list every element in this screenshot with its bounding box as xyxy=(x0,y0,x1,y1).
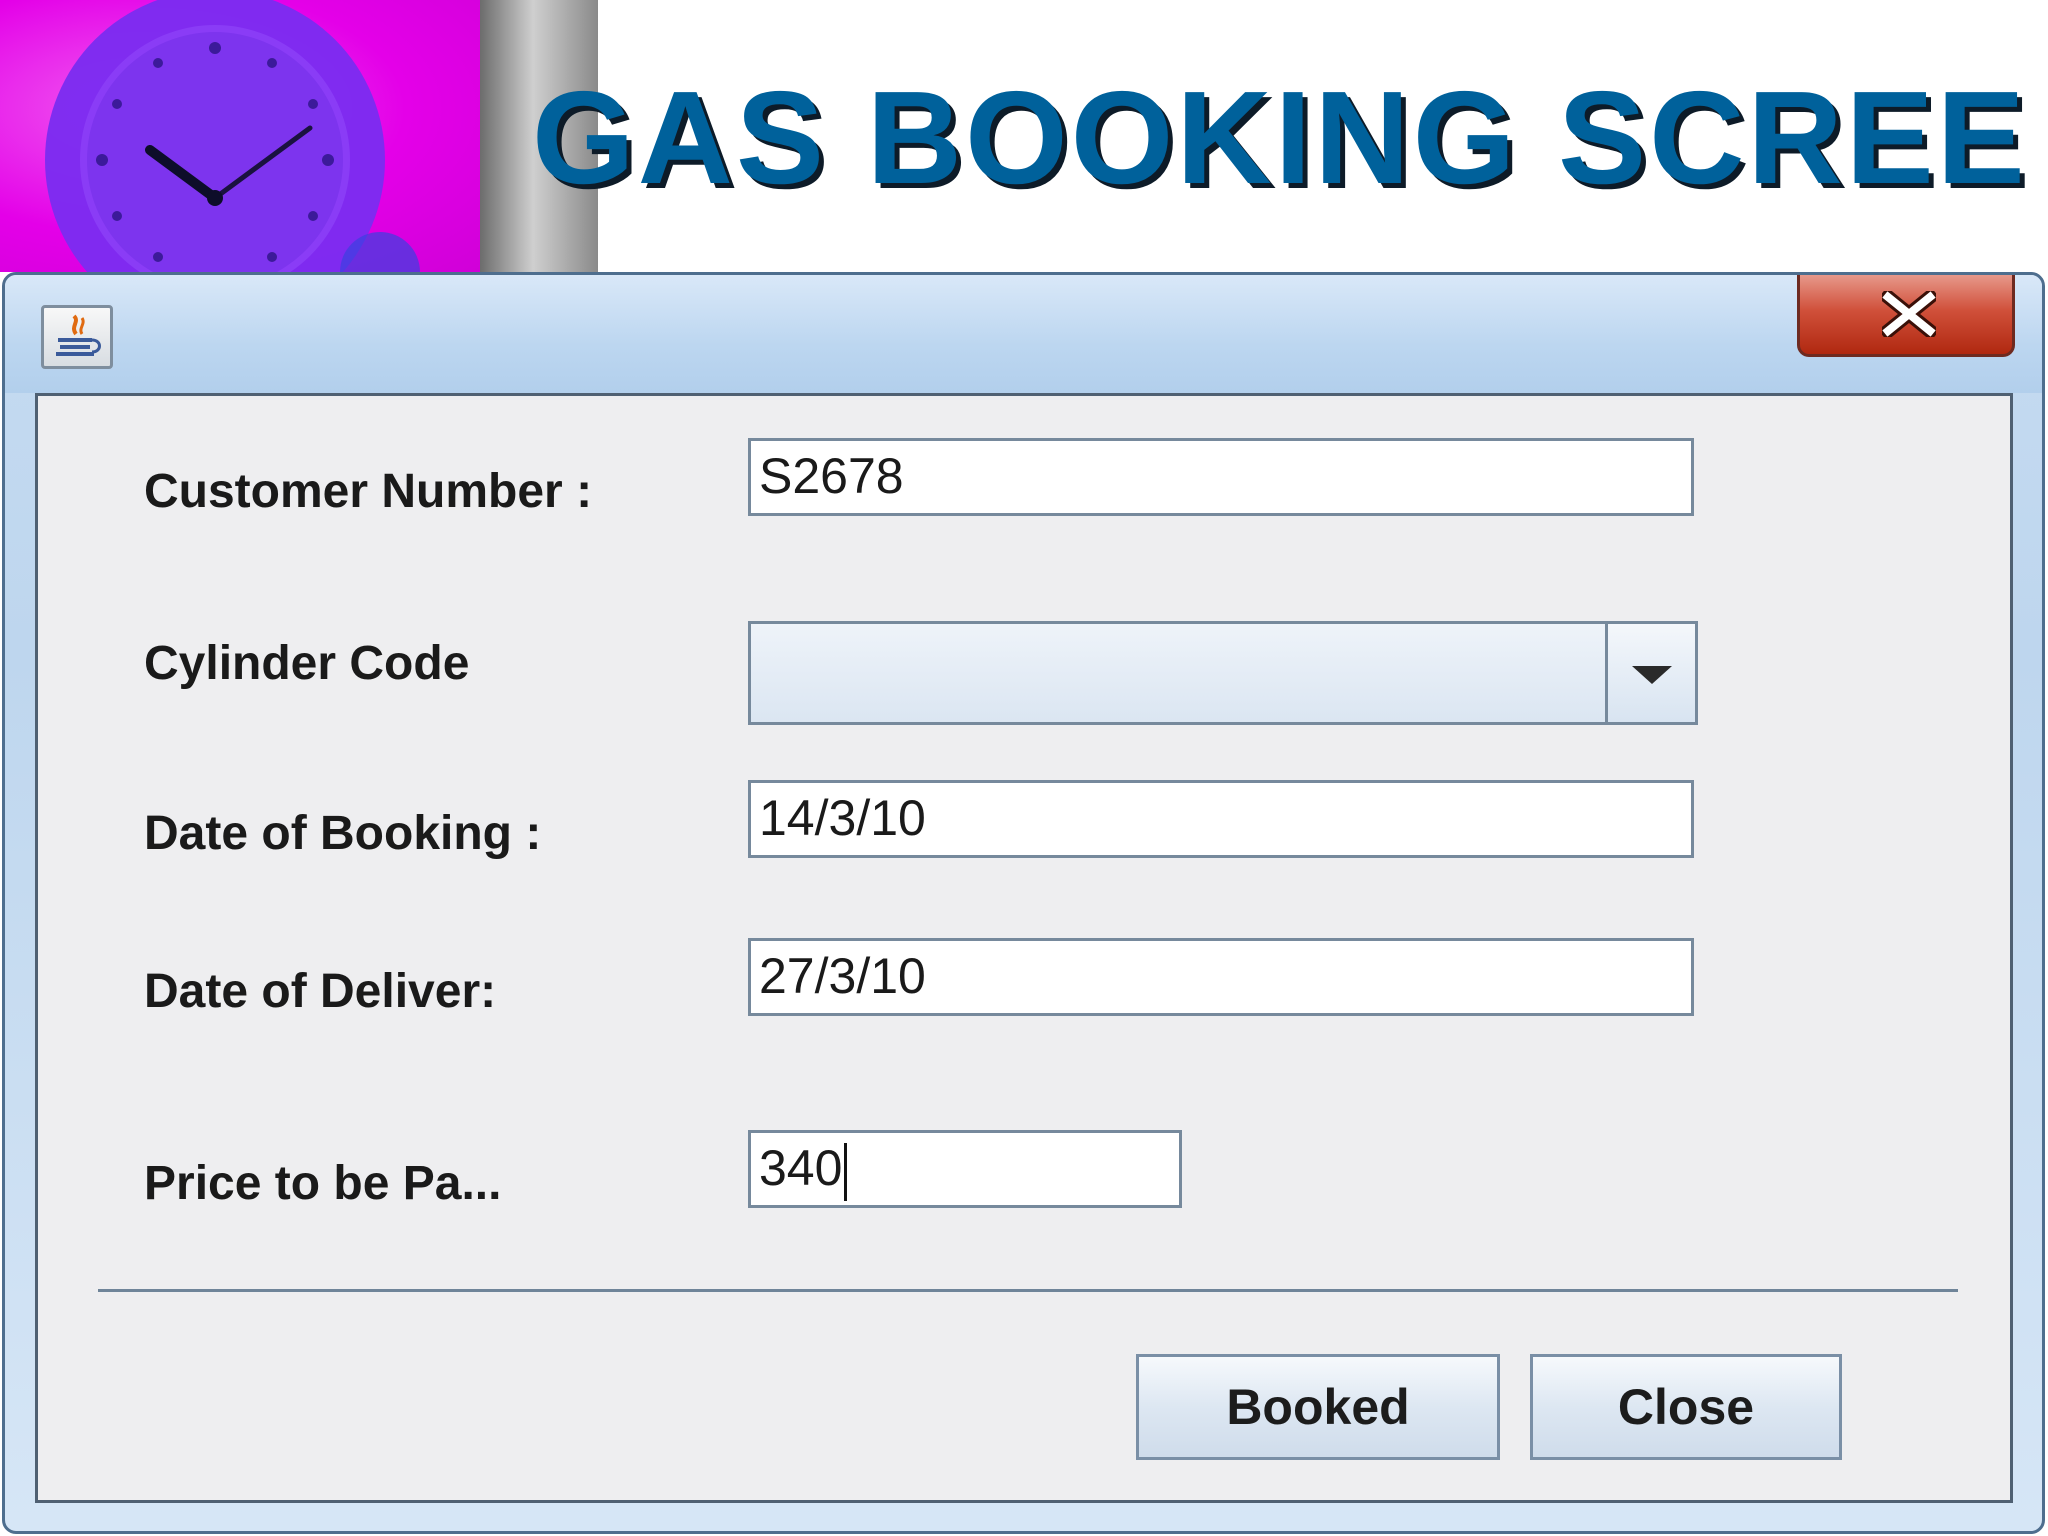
java-app-icon[interactable] xyxy=(41,305,113,369)
text-caret xyxy=(844,1142,848,1201)
price-field[interactable]: 340 xyxy=(748,1130,1182,1208)
delivery-date-field[interactable]: 27/3/10 xyxy=(748,938,1694,1016)
dropdown-arrow-button[interactable] xyxy=(1605,624,1695,722)
price-value: 340 xyxy=(759,1140,843,1196)
close-button[interactable]: Close xyxy=(1530,1354,1842,1460)
divider xyxy=(98,1289,1958,1292)
title-bar xyxy=(5,275,2042,393)
booked-button[interactable]: Booked xyxy=(1136,1354,1500,1460)
booking-dialog: Customer Number : S2678 Cylinder Code Da… xyxy=(2,272,2045,1534)
cylinder-code-label: Cylinder Code xyxy=(144,637,470,690)
window-close-button[interactable] xyxy=(1797,275,2015,357)
booking-date-label: Date of Booking : xyxy=(144,807,542,860)
form-panel: Customer Number : S2678 Cylinder Code Da… xyxy=(35,393,2013,1503)
clock-icon xyxy=(45,0,420,272)
close-icon xyxy=(1882,291,1936,337)
delivery-date-label: Date of Deliver: xyxy=(144,965,497,1018)
price-label: Price to be Pa... xyxy=(144,1157,502,1210)
booking-date-field[interactable]: 14/3/10 xyxy=(748,780,1694,858)
cylinder-code-dropdown[interactable] xyxy=(748,621,1698,725)
page-title: GAS BOOKING SCREE xyxy=(532,64,2028,211)
customer-number-field[interactable]: S2678 xyxy=(748,438,1694,516)
clock-image xyxy=(0,0,480,272)
dropdown-arrow-icon xyxy=(1632,666,1672,684)
customer-number-label: Customer Number : xyxy=(144,465,593,518)
slide: GAS BOOKING SCREE Customer Number: S267… xyxy=(0,0,2048,1536)
